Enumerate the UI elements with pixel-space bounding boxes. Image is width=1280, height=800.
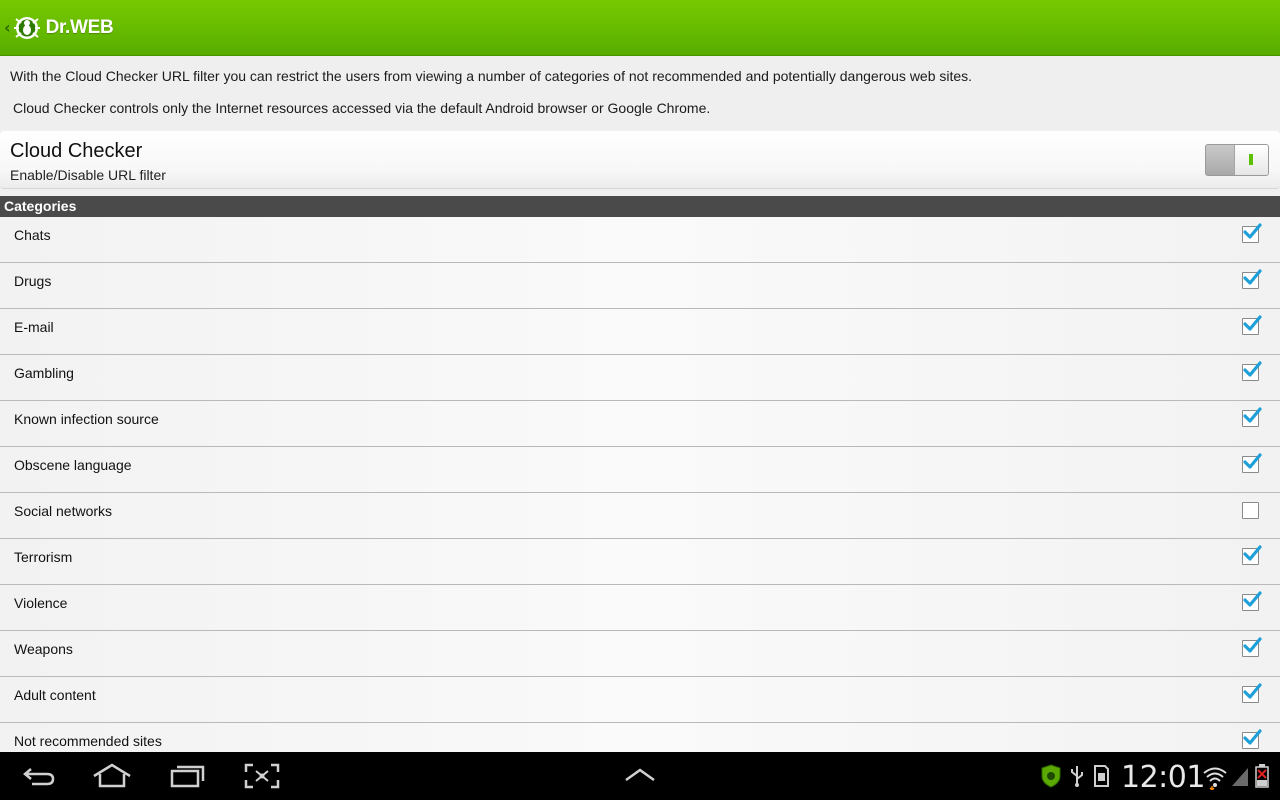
back-icon [23,768,55,786]
checkmark-icon [1243,591,1262,607]
list-item-drugs[interactable]: Drugs [0,263,1280,309]
list-item-label: Not recommended sites [14,733,162,749]
back-button[interactable] [17,760,61,792]
checkbox[interactable] [1242,637,1262,657]
recent-apps-icon [170,765,205,788]
checkbox[interactable] [1242,315,1262,335]
list-item-label: E-mail [14,319,54,335]
categories-list[interactable]: Chats Drugs E-mail Gambling Known infect… [0,217,1280,753]
toggle-on-indicator-icon [1249,154,1253,165]
checkbox[interactable] [1242,453,1262,473]
brand-logo-text: Dr.WEB [45,16,114,38]
screenshot-button[interactable] [240,760,284,792]
list-item-label: Drugs [14,273,52,289]
list-item-label: Gambling [14,365,74,381]
checkmark-icon [1243,269,1262,285]
action-bar: ‹ Dr.WEB [0,0,1280,56]
home-button[interactable] [90,760,134,792]
toggle-thumb [1234,145,1268,175]
list-item-obscene-language[interactable]: Obscene language [0,447,1280,493]
checkbox[interactable] [1242,361,1262,381]
recent-apps-button[interactable] [165,760,209,792]
list-item-known-infection-source[interactable]: Known infection source [0,401,1280,447]
drweb-shield-icon [1041,764,1061,788]
checkmark-icon [1243,407,1262,423]
categories-header: Categories [0,196,1280,217]
status-clock: 12:01 [1121,760,1205,795]
wifi-icon [1203,767,1227,790]
system-nav-bar: 12:01 [0,752,1280,800]
cloud-checker-setting[interactable]: Cloud Checker Enable/Disable URL filter [0,131,1280,189]
list-item-label: Social networks [14,503,113,519]
list-item-chats[interactable]: Chats [0,217,1280,263]
list-item-label: Terrorism [14,549,73,565]
screenshot-icon [244,763,280,789]
list-item-social-networks[interactable]: Social networks [0,493,1280,539]
home-icon [93,763,131,788]
list-item-label: Weapons [14,641,73,657]
cloud-checker-subtitle: Enable/Disable URL filter [10,167,166,183]
menu-up-icon [625,768,655,782]
list-item-label: Chats [14,227,51,243]
intro-note: Cloud Checker controls only the Internet… [13,100,711,116]
list-item-violence[interactable]: Violence [0,585,1280,631]
checkmark-icon [1243,315,1262,331]
list-item-gambling[interactable]: Gambling [0,355,1280,401]
list-item-adult-content[interactable]: Adult content [0,677,1280,723]
list-item-weapons[interactable]: Weapons [0,631,1280,677]
signal-icon [1232,768,1248,786]
checkmark-icon [1243,453,1262,469]
list-item-not-recommended-sites[interactable]: Not recommended sites [0,723,1280,753]
checkmark-icon [1243,361,1262,377]
chevron-left-icon: ‹ [4,17,11,37]
cloud-checker-toggle[interactable] [1205,144,1269,176]
checkbox[interactable] [1242,591,1262,611]
checkmark-icon [1243,729,1262,745]
list-item-email[interactable]: E-mail [0,309,1280,355]
drweb-spider-icon [13,16,40,39]
checkbox[interactable] [1242,223,1262,243]
list-item-label: Violence [14,595,68,611]
checkmark-icon [1243,683,1262,699]
battery-icon [1255,764,1269,788]
usb-icon [1071,766,1083,787]
list-item-label: Adult content [14,687,96,703]
checkbox[interactable] [1242,683,1262,703]
app-home-up-button[interactable]: ‹ Dr.WEB [0,0,114,56]
menu-up-button[interactable] [618,760,662,792]
checkmark-icon [1243,223,1262,239]
checkmark-icon [1243,545,1262,561]
checkbox[interactable] [1242,407,1262,427]
list-item-terrorism[interactable]: Terrorism [0,539,1280,585]
list-item-label: Obscene language [14,457,132,473]
checkbox[interactable] [1242,729,1262,749]
checkmark-icon [1243,637,1262,653]
list-item-label: Known infection source [14,411,159,427]
sd-card-icon [1094,765,1109,787]
cloud-checker-title: Cloud Checker [10,140,143,162]
intro-description: With the Cloud Checker URL filter you ca… [10,68,973,84]
checkbox[interactable] [1242,545,1262,565]
checkbox[interactable] [1242,502,1259,519]
checkbox[interactable] [1242,269,1262,289]
